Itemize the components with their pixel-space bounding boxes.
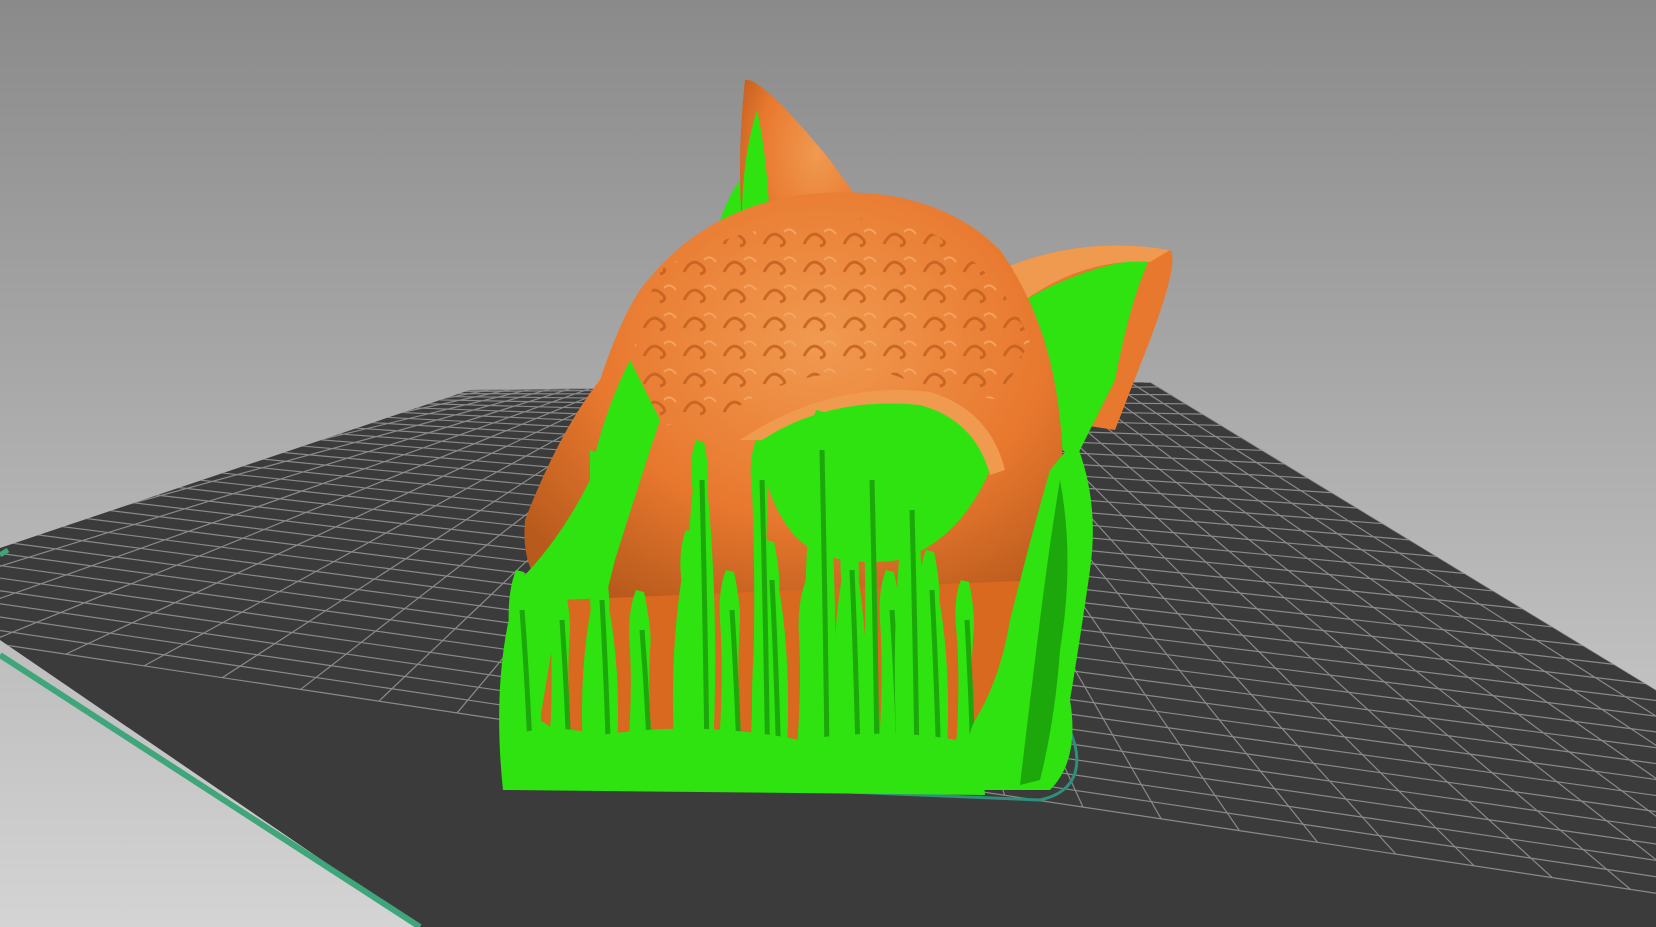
tree-support-base [505,728,985,795]
3d-viewport[interactable] [0,0,1656,927]
scene[interactable] [0,0,1656,927]
